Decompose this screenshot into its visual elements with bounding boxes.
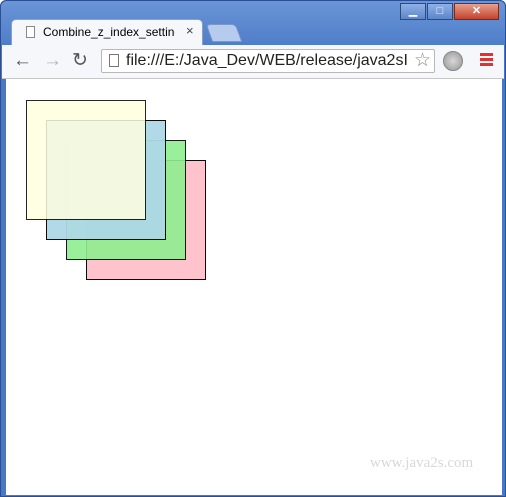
minimize-button[interactable]: ▁ bbox=[400, 3, 426, 20]
new-tab-button[interactable] bbox=[205, 24, 243, 42]
watermark: www.java2s.com bbox=[370, 455, 474, 471]
tab-title: Combine_z_index_settings bbox=[43, 25, 175, 39]
page-content: www.java2s.com bbox=[6, 79, 502, 495]
close-window-button[interactable]: ✕ bbox=[454, 3, 499, 20]
title-bar: ▁ □ ✕ Combine_z_index_settings × bbox=[1, 1, 505, 46]
back-icon[interactable]: ← bbox=[13, 51, 32, 71]
browser-toolbar: ← → ↻ file:///E:/Java_Dev/WEB/release/ja… bbox=[2, 45, 504, 79]
maximize-button[interactable]: □ bbox=[427, 3, 453, 20]
forward-icon[interactable]: → bbox=[43, 51, 62, 71]
address-bar[interactable]: file:///E:/Java_Dev/WEB/release/java2sID… bbox=[101, 49, 435, 73]
url-text[interactable]: file:///E:/Java_Dev/WEB/release/java2sID bbox=[126, 52, 408, 70]
extension-icon[interactable] bbox=[443, 51, 463, 71]
document-icon bbox=[109, 54, 119, 67]
reload-icon[interactable]: ↻ bbox=[72, 51, 88, 71]
browser-window: ▁ □ ✕ Combine_z_index_settings × ← → ↻ f… bbox=[0, 0, 506, 497]
tab-active[interactable]: Combine_z_index_settings × bbox=[11, 19, 203, 46]
bookmark-star-icon[interactable]: ☆ bbox=[414, 50, 431, 72]
page-icon bbox=[26, 26, 35, 38]
tab-close-icon[interactable]: × bbox=[186, 23, 194, 38]
window-controls: ▁ □ ✕ bbox=[399, 3, 499, 20]
yellow-box bbox=[26, 100, 146, 220]
menu-icon[interactable] bbox=[480, 53, 493, 68]
